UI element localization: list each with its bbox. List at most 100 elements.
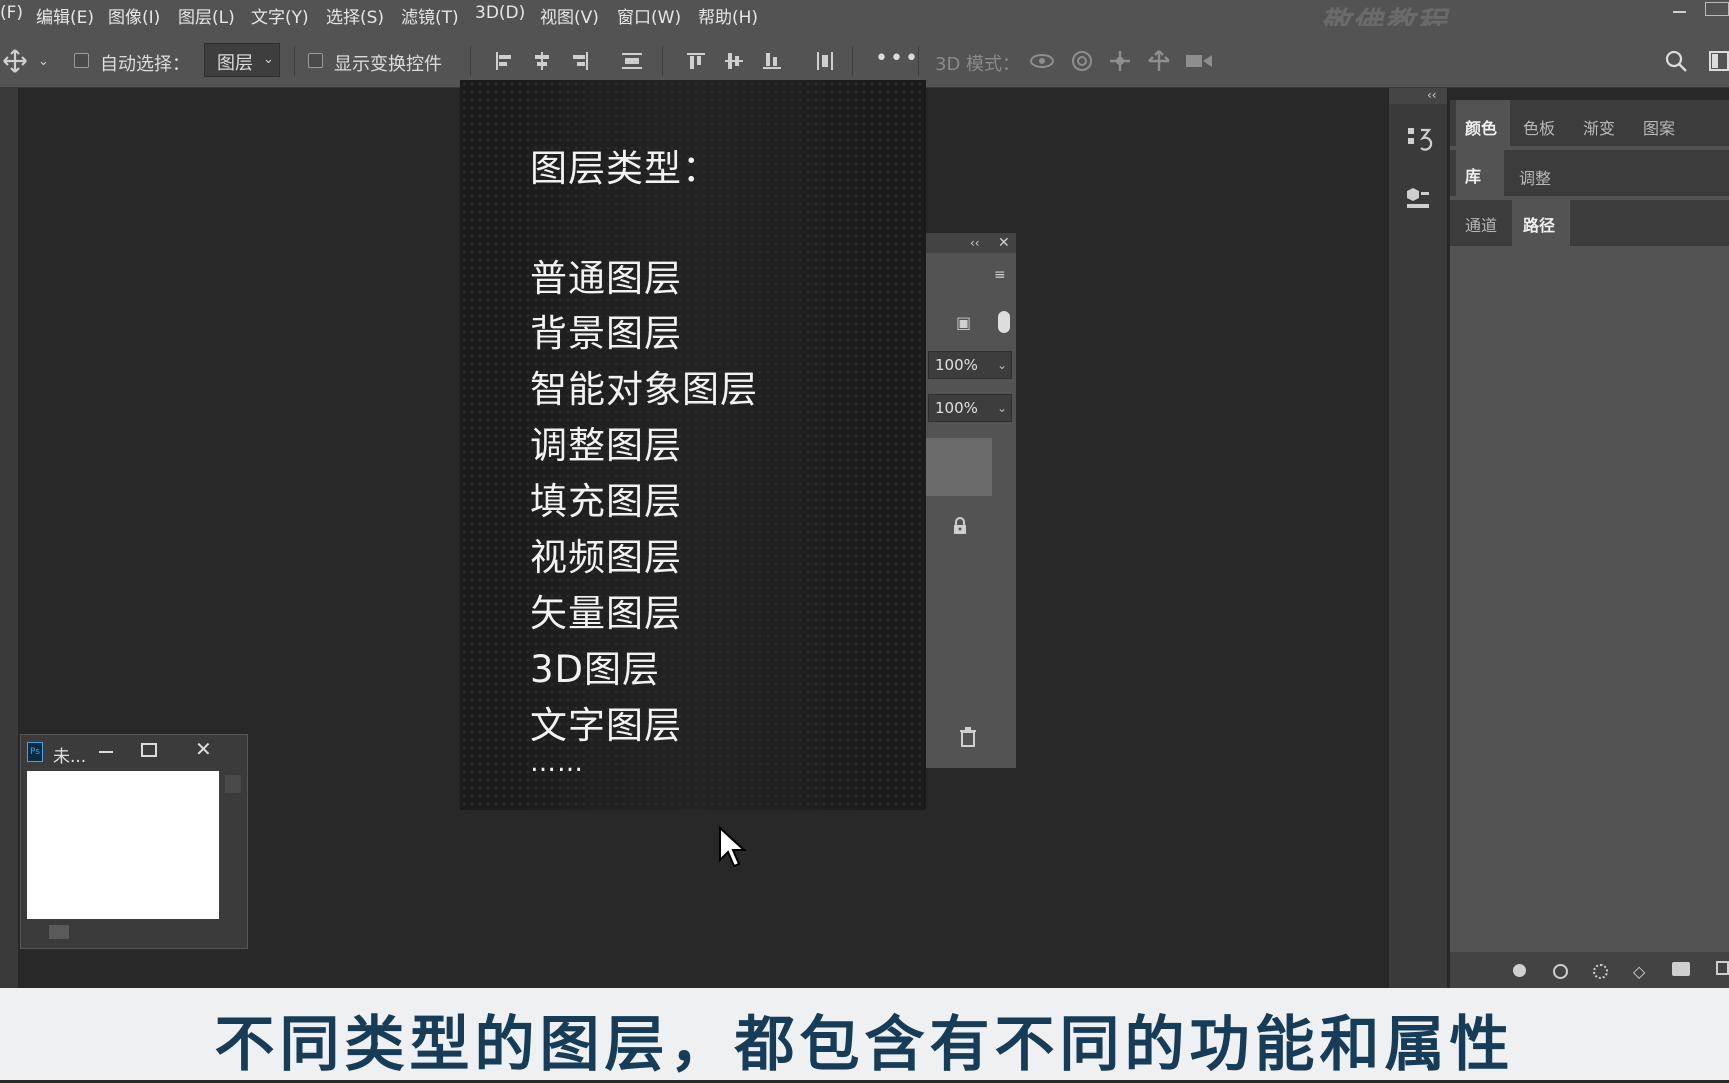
menu-type[interactable]: 文字(Y)	[251, 3, 309, 28]
mouse-cursor-icon	[719, 826, 747, 868]
tool-preset-chevron-icon[interactable]: ⌄	[38, 52, 49, 72]
camera-icon[interactable]	[1184, 51, 1214, 71]
stroke-path-icon[interactable]	[1553, 964, 1568, 979]
history-icon[interactable]	[1405, 124, 1433, 152]
slide-item: 调整图层	[530, 424, 682, 467]
tab-libraries[interactable]: 库	[1465, 163, 1481, 187]
layer-row[interactable]	[926, 438, 992, 496]
align-center-icon[interactable]	[531, 50, 553, 72]
menu-image[interactable]: 图像(I)	[108, 3, 160, 28]
maximize-icon[interactable]	[141, 743, 157, 757]
selection-to-path-icon[interactable]: ◇	[1633, 962, 1645, 981]
tab-color[interactable]: 颜色	[1465, 115, 1497, 139]
minimize-icon[interactable]	[99, 751, 113, 753]
fill-path-icon[interactable]	[1513, 964, 1526, 977]
panel-menu-icon[interactable]: ≡	[994, 265, 1006, 285]
menu-view[interactable]: 视图(V)	[540, 3, 599, 28]
menu-window[interactable]: 窗口(W)	[617, 3, 681, 28]
workspace-icon[interactable]	[1708, 50, 1729, 72]
path-to-selection-icon[interactable]	[1593, 964, 1608, 979]
canvas-document: 图层类型： 普通图层 背景图层 智能对象图层 调整图层 填充图层 视频图层 矢量…	[460, 80, 926, 810]
tab-adjustments[interactable]: 调整	[1519, 165, 1551, 189]
right-panels: 颜色 色板 渐变 图案 库 调整 通道 路径 ◇	[1450, 100, 1729, 988]
three-d-mode-label: 3D 模式：	[935, 54, 1021, 75]
align-middle-icon[interactable]	[723, 50, 745, 72]
collapse-icon[interactable]: ‹‹	[1427, 85, 1437, 105]
slide-title: 图层类型：	[530, 147, 720, 190]
auto-select-checkbox[interactable]	[74, 53, 89, 68]
slide-icon[interactable]	[1146, 49, 1172, 73]
slide-item: 文字图层	[530, 704, 682, 747]
tab-patterns[interactable]: 图案	[1643, 115, 1675, 139]
auto-select-value: 图层	[217, 53, 253, 74]
lock-pixels-icon[interactable]: ▣	[956, 313, 971, 333]
new-path-icon[interactable]	[1716, 961, 1729, 975]
panel-tabrow-paths: 通道 路径	[1450, 200, 1729, 246]
orbit-icon[interactable]	[1028, 49, 1056, 73]
align-top-icon[interactable]	[685, 50, 707, 72]
subtitle-text: 不同类型的图层，都包含有不同的功能和属性	[214, 1010, 1515, 1080]
toggle-icon[interactable]	[998, 311, 1010, 333]
menu-filter[interactable]: 滤镜(T)	[401, 3, 459, 28]
panel-dock-strip	[1389, 88, 1447, 988]
menu-select[interactable]: 选择(S)	[326, 3, 384, 28]
paths-panel-footer: ◇	[1450, 952, 1729, 988]
layers-panel-header: ‹‹ ✕	[926, 233, 1016, 253]
chevron-down-icon: ⌄	[263, 52, 274, 67]
tab-gradients[interactable]: 渐变	[1583, 115, 1615, 139]
slide-item: 3D图层	[530, 648, 661, 691]
scrollbar-thumb[interactable]	[225, 775, 241, 793]
close-icon[interactable]: ✕	[195, 737, 212, 761]
show-transform-checkbox[interactable]	[308, 53, 323, 68]
menu-3d[interactable]: 3D(D)	[475, 3, 525, 23]
chevron-down-icon[interactable]: ⌄	[997, 395, 1007, 421]
fill-field[interactable]: 100% ⌄	[928, 394, 1012, 422]
trash-icon[interactable]	[959, 727, 977, 747]
window-restore-button[interactable]	[1705, 2, 1729, 16]
collapse-icon[interactable]: ‹‹	[970, 233, 980, 253]
chevron-down-icon[interactable]: ⌄	[997, 352, 1007, 378]
opacity-field[interactable]: 100% ⌄	[928, 351, 1012, 379]
menu-bar: (F) 编辑(E) 图像(I) 图层(L) 文字(Y) 选择(S) 滤镜(T) …	[0, 0, 1729, 41]
align-bottom-icon[interactable]	[761, 50, 783, 72]
menu-layer[interactable]: 图层(L)	[178, 3, 235, 28]
roll-icon[interactable]	[1069, 49, 1095, 73]
show-transform-label: 显示变换控件	[334, 54, 442, 75]
more-options-icon[interactable]: •••	[875, 46, 920, 71]
video-subtitle-bar: 不同类型的图层，都包含有不同的功能和属性	[0, 988, 1729, 1080]
align-left-icon[interactable]	[493, 50, 515, 72]
panel-tabrow-libraries: 库 调整	[1450, 150, 1729, 196]
menu-edit[interactable]: 编辑(E)	[36, 3, 94, 28]
close-icon[interactable]: ✕	[998, 233, 1010, 253]
move-icon[interactable]	[2, 48, 28, 74]
hscrollbar-thumb[interactable]	[49, 925, 69, 939]
document-title: 未...	[53, 747, 87, 767]
slide-item: 填充图层	[530, 480, 682, 523]
properties-3d-icon[interactable]	[1405, 184, 1433, 212]
auto-select-label: 自动选择：	[100, 54, 190, 75]
slide-item: 背景图层	[530, 312, 682, 355]
tab-paths[interactable]: 路径	[1523, 212, 1555, 236]
add-mask-icon[interactable]	[1672, 962, 1690, 976]
layers-panel: ‹‹ ✕ ≡ ▣ 100% ⌄ 100% ⌄	[926, 233, 1016, 768]
search-icon[interactable]	[1664, 49, 1688, 73]
menu-help[interactable]: 帮助(H)	[698, 3, 758, 28]
tab-channels[interactable]: 通道	[1465, 212, 1497, 236]
auto-select-dropdown[interactable]: 图层 ⌄	[204, 43, 280, 77]
dock-collapse-bar[interactable]: ‹‹	[1389, 88, 1447, 104]
slide-item: 普通图层	[530, 257, 682, 300]
align-right-icon[interactable]	[569, 50, 591, 72]
document-canvas	[27, 771, 219, 919]
floating-document-window[interactable]: Ps 未... ✕	[20, 734, 248, 949]
tools-panel-edge[interactable]	[0, 88, 18, 988]
lock-icon	[954, 517, 966, 534]
slide-item: 视频图层	[530, 536, 682, 579]
tab-swatches[interactable]: 色板	[1523, 115, 1555, 139]
menu-file[interactable]: (F)	[0, 3, 23, 23]
window-minimize-button[interactable]	[1667, 0, 1691, 22]
distribute-vertical-icon[interactable]	[814, 50, 836, 72]
slide-item: ……	[530, 748, 584, 778]
distribute-icon[interactable]	[620, 50, 644, 72]
opacity-value: 100%	[935, 356, 978, 374]
pan-icon[interactable]	[1107, 49, 1133, 73]
